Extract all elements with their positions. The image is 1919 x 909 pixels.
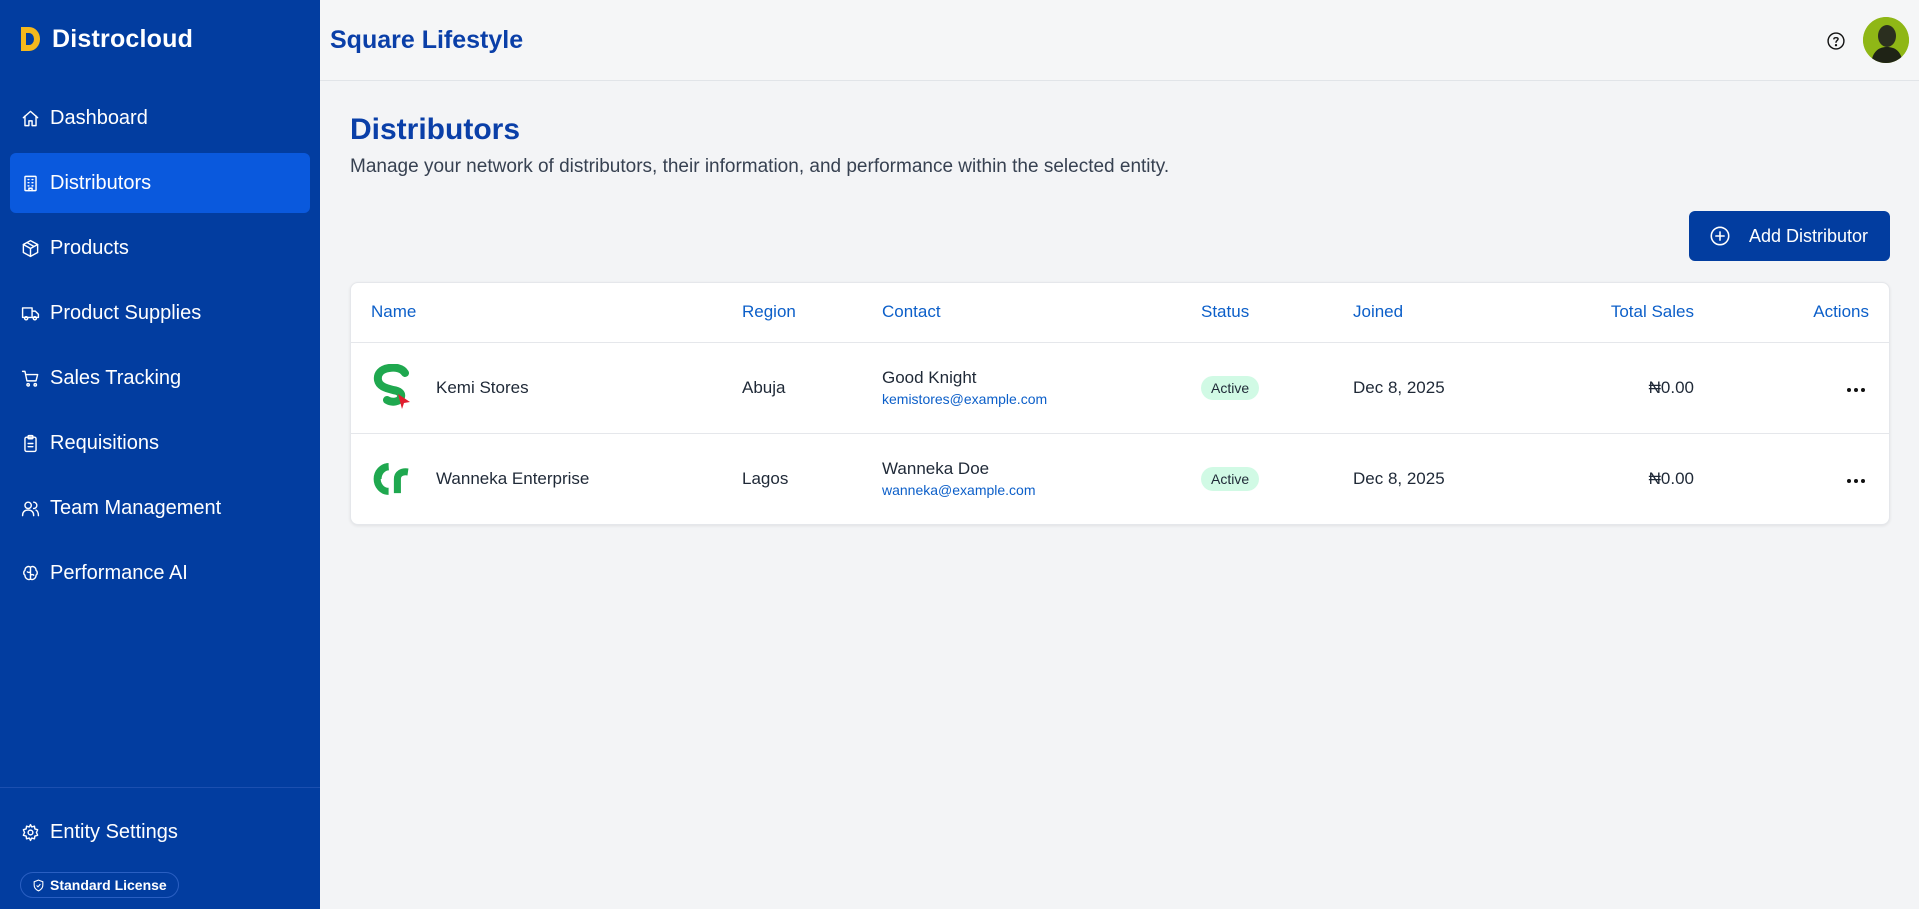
users-icon bbox=[20, 498, 40, 518]
contact-email[interactable]: kemistores@example.com bbox=[882, 391, 1201, 407]
brand[interactable]: Distrocloud bbox=[0, 0, 320, 78]
sidebar-item-label: Products bbox=[50, 236, 129, 259]
brand-name: Distrocloud bbox=[52, 24, 194, 53]
sidebar-item-dashboard[interactable]: Dashboard bbox=[10, 88, 310, 148]
column-header-joined[interactable]: Joined bbox=[1353, 283, 1540, 343]
truck-icon bbox=[20, 303, 40, 323]
contact-name: Good Knight bbox=[882, 368, 977, 387]
distributor-region: Abuja bbox=[742, 342, 882, 434]
kemi-stores-logo-icon bbox=[371, 363, 415, 412]
actions-cell bbox=[1694, 433, 1889, 524]
column-header-name[interactable]: Name bbox=[351, 283, 742, 343]
distrocloud-logo-icon bbox=[21, 27, 40, 51]
sidebar-item-requisitions[interactable]: Requisitions bbox=[10, 413, 310, 473]
main-content: Distributors Manage your network of dist… bbox=[350, 81, 1890, 525]
distributor-contact-cell: Good Knight kemistores@example.com bbox=[882, 342, 1201, 434]
status-badge: Active bbox=[1201, 375, 1260, 400]
more-actions-icon[interactable] bbox=[1843, 473, 1869, 489]
user-avatar-icon bbox=[1863, 17, 1909, 63]
brain-icon bbox=[20, 563, 40, 583]
top-header: Square Lifestyle bbox=[320, 0, 1919, 81]
table-header-row: Name Region Contact Status Joined Total … bbox=[351, 283, 1889, 343]
sidebar-item-product-supplies[interactable]: Product Supplies bbox=[10, 283, 310, 343]
table-row[interactable]: Wanneka Enterprise Lagos Wanneka Doe wan… bbox=[351, 433, 1889, 524]
sidebar-item-label: Entity Settings bbox=[50, 820, 178, 843]
joined-date: Dec 8, 2025 bbox=[1353, 342, 1540, 434]
sidebar-item-label: Distributors bbox=[50, 171, 152, 194]
add-distributor-label: Add Distributor bbox=[1749, 225, 1869, 246]
total-sales: ₦0.00 bbox=[1540, 342, 1694, 434]
joined-date: Dec 8, 2025 bbox=[1353, 468, 1445, 488]
sidebar-footer: Entity Settings Standard License bbox=[0, 787, 320, 909]
plus-circle-icon bbox=[1710, 226, 1730, 246]
shield-check-icon bbox=[33, 879, 44, 892]
wanneka-enterprise-logo-icon bbox=[371, 455, 415, 503]
sidebar-item-label: Performance AI bbox=[50, 561, 188, 584]
sidebar-nav: Dashboard Distributors Products Product … bbox=[0, 78, 320, 603]
contact-email[interactable]: wanneka@example.com bbox=[882, 482, 1201, 498]
license-badge: Standard License bbox=[20, 872, 179, 898]
sidebar-item-label: Team Management bbox=[50, 496, 222, 519]
column-header-total-sales[interactable]: Total Sales bbox=[1540, 283, 1694, 343]
sidebar: Distrocloud Dashboard Distributors Produ… bbox=[0, 0, 320, 909]
actions-cell bbox=[1694, 342, 1889, 434]
gear-icon bbox=[20, 822, 40, 842]
sidebar-item-sales-tracking[interactable]: Sales Tracking bbox=[10, 348, 310, 408]
package-icon bbox=[20, 238, 40, 258]
distributor-contact-cell: Wanneka Doe wanneka@example.com bbox=[882, 433, 1201, 524]
avatar[interactable] bbox=[1863, 17, 1909, 63]
column-header-status[interactable]: Status bbox=[1201, 283, 1353, 343]
home-icon bbox=[20, 108, 40, 128]
column-header-actions: Actions bbox=[1694, 283, 1889, 343]
contact-name: Wanneka Doe bbox=[882, 459, 990, 479]
page-subtitle: Manage your network of distributors, the… bbox=[350, 156, 1170, 177]
status-badge: Active bbox=[1201, 466, 1260, 491]
status-cell: Active bbox=[1201, 433, 1353, 524]
sidebar-item-performance-ai[interactable]: Performance AI bbox=[10, 543, 310, 603]
license-label: Standard License bbox=[50, 877, 167, 893]
sidebar-item-entity-settings[interactable]: Entity Settings bbox=[0, 802, 320, 862]
sidebar-item-distributors[interactable]: Distributors bbox=[10, 153, 310, 213]
status-cell: Active bbox=[1201, 342, 1353, 434]
sidebar-item-team-management[interactable]: Team Management bbox=[10, 478, 310, 538]
column-header-contact[interactable]: Contact bbox=[882, 283, 1201, 343]
distributor-name-cell: Kemi Stores bbox=[371, 363, 742, 412]
table-row[interactable]: Kemi Stores Abuja Good Knight kemistores… bbox=[351, 342, 1889, 434]
cart-icon bbox=[20, 368, 40, 388]
distributor-name: Wanneka Enterprise bbox=[436, 468, 590, 488]
sidebar-item-label: Sales Tracking bbox=[50, 366, 182, 389]
distributor-name: Kemi Stores bbox=[436, 377, 529, 397]
sidebar-item-products[interactable]: Products bbox=[10, 218, 310, 278]
building-icon bbox=[20, 173, 40, 193]
add-distributor-button[interactable]: Add Distributor bbox=[1689, 211, 1890, 261]
sidebar-item-label: Product Supplies bbox=[50, 301, 202, 324]
distributor-region: Lagos bbox=[742, 468, 789, 488]
page-title: Distributors bbox=[350, 113, 521, 146]
column-header-region[interactable]: Region bbox=[742, 283, 882, 343]
distributor-name-cell: Wanneka Enterprise bbox=[371, 455, 742, 503]
more-actions-icon[interactable] bbox=[1843, 382, 1869, 398]
total-sales: ₦0.00 bbox=[1648, 468, 1694, 488]
distributors-table: Name Region Contact Status Joined Total … bbox=[350, 282, 1890, 525]
help-icon[interactable] bbox=[1826, 31, 1846, 51]
clipboard-icon bbox=[20, 433, 40, 453]
sidebar-item-label: Requisitions bbox=[50, 431, 159, 454]
sidebar-item-label: Dashboard bbox=[50, 106, 148, 129]
entity-title: Square Lifestyle bbox=[330, 25, 524, 54]
